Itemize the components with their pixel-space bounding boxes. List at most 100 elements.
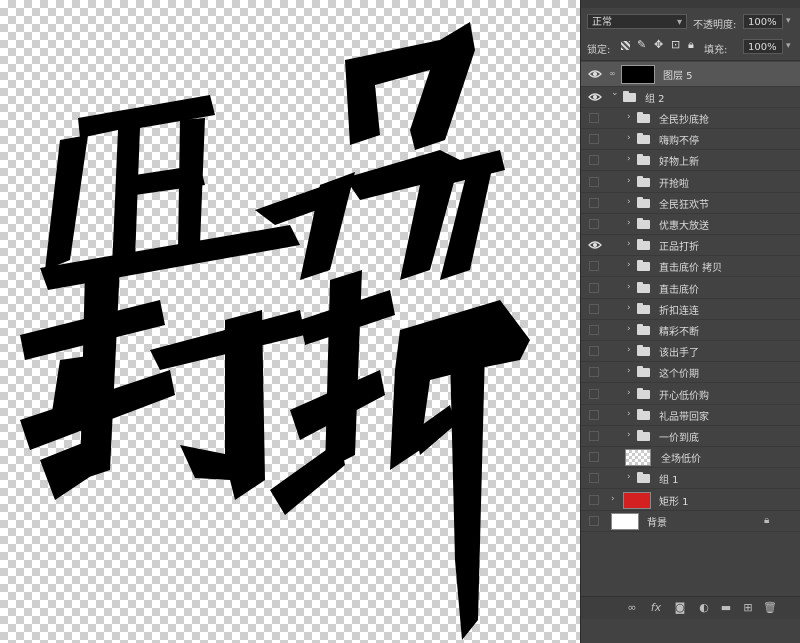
trash-icon[interactable]: 🗑︎	[763, 601, 777, 615]
visibility-toggle[interactable]	[589, 113, 599, 123]
layer-row[interactable]: 🔒︎ 背景	[581, 511, 800, 532]
layer-row[interactable]: › 正品打折	[581, 235, 800, 257]
chevron-right-icon[interactable]: ›	[627, 260, 631, 270]
chevron-right-icon[interactable]: ›	[627, 197, 631, 207]
eye-icon[interactable]	[588, 239, 602, 251]
layer-row[interactable]: › 组 1	[581, 468, 800, 490]
layer-name: 一价到底	[659, 433, 699, 444]
chevron-right-icon[interactable]: ›	[627, 176, 631, 186]
visibility-toggle[interactable]	[589, 409, 599, 420]
folder-icon	[637, 387, 650, 399]
layer-name: 全民狂欢节	[659, 199, 709, 211]
chevron-right-icon[interactable]: ›	[627, 154, 631, 164]
move-icon[interactable]: ✥	[654, 38, 663, 51]
folder-icon	[637, 218, 650, 229]
layer-row[interactable]: › 一价到底	[581, 426, 800, 447]
chevron-right-icon[interactable]: ›	[627, 133, 631, 143]
layer-row[interactable]: › 开心低价购	[581, 384, 800, 405]
lock-label: 锁定:	[587, 45, 611, 56]
layer-row[interactable]: 全场低价	[581, 447, 800, 469]
visibility-toggle[interactable]	[589, 473, 599, 484]
layer-row[interactable]: ∞ 图层 5	[581, 62, 800, 87]
visibility-toggle[interactable]	[589, 303, 599, 314]
mask-icon[interactable]: ◙	[673, 601, 687, 615]
layer-row[interactable]: › 折扣连连	[581, 299, 800, 320]
chevron-right-icon[interactable]: ›	[627, 388, 631, 398]
visibility-toggle[interactable]	[589, 515, 599, 526]
layer-row[interactable]: › 优惠大放送	[581, 214, 800, 235]
layer-row[interactable]: › 直击底价 拷贝	[581, 256, 800, 278]
layer-name: 优惠大放送	[659, 221, 709, 232]
blend-mode-select[interactable]: 正常 ▾	[587, 14, 687, 29]
chevron-right-icon[interactable]: ›	[627, 282, 631, 292]
fill-input[interactable]: 100%	[743, 39, 783, 54]
visibility-toggle[interactable]	[589, 367, 599, 378]
chevron-right-icon[interactable]: ›	[627, 345, 631, 355]
layer-name: 开抢啦	[659, 178, 689, 190]
layer-row[interactable]: › 精彩不断	[581, 320, 800, 341]
fill-label: 填充:	[704, 45, 728, 56]
chevron-down-icon[interactable]: ▾	[786, 16, 791, 26]
layer-row[interactable]: › 直击底价	[581, 278, 800, 299]
layer-row[interactable]: › 好物上新	[581, 150, 800, 172]
visibility-toggle[interactable]	[589, 219, 599, 229]
chevron-down-icon[interactable]: ⌄	[611, 88, 619, 98]
fx-icon[interactable]: fx	[649, 601, 663, 615]
lock-icon[interactable]: 🔒︎	[688, 38, 694, 52]
opacity-label: 不透明度:	[693, 20, 737, 31]
layer-name: 组 1	[659, 475, 679, 487]
visibility-toggle[interactable]	[589, 431, 599, 441]
visibility-toggle[interactable]	[589, 261, 599, 272]
link-icon[interactable]: ∞	[625, 601, 639, 615]
layer-row[interactable]: ⌄ 组 2	[581, 87, 800, 108]
layer-row[interactable]: › 矩形 1	[581, 490, 800, 511]
visibility-toggle[interactable]	[589, 494, 599, 505]
visibility-toggle[interactable]	[589, 346, 599, 357]
artboard-icon[interactable]: ⊡	[671, 38, 680, 51]
chevron-right-icon[interactable]: ›	[627, 324, 631, 334]
visibility-toggle[interactable]	[589, 197, 599, 208]
layer-name: 嗨购不停	[659, 136, 699, 148]
visibility-toggle[interactable]	[589, 176, 599, 187]
lock-icon[interactable]: 🔒︎	[764, 515, 769, 526]
chevron-right-icon[interactable]: ›	[627, 303, 631, 313]
layer-row[interactable]: › 嗨购不停	[581, 129, 800, 151]
layer-row[interactable]: › 开抢啦	[581, 172, 800, 193]
opacity-input[interactable]: 100%	[743, 14, 783, 29]
layers-panel: 正常 ▾ 不透明度: 100% ▾ 锁定: ✎ ✥ ⊡ 🔒︎ 填充: 100% …	[580, 0, 800, 643]
chevron-right-icon[interactable]: ›	[627, 112, 631, 122]
visibility-toggle[interactable]	[589, 155, 599, 166]
chevron-right-icon[interactable]: ›	[627, 218, 631, 228]
brush-icon[interactable]: ✎	[637, 38, 646, 51]
chevron-right-icon[interactable]: ›	[627, 366, 631, 376]
layer-row[interactable]: › 全民抄底抢	[581, 108, 800, 129]
new-layer-icon[interactable]: ⊞	[741, 601, 755, 615]
layer-name: 组 2	[645, 94, 665, 105]
folder-icon	[637, 260, 650, 272]
lock-transparency-icon[interactable]	[621, 41, 630, 50]
layer-row[interactable]: › 全民狂欢节	[581, 193, 800, 214]
chevron-right-icon[interactable]: ›	[627, 430, 631, 440]
new-group-icon[interactable]: ▬	[719, 601, 733, 615]
folder-icon	[637, 302, 650, 314]
eye-icon[interactable]	[588, 91, 602, 103]
adjustment-icon[interactable]: ◐	[697, 601, 711, 615]
layer-thumbnail	[621, 65, 655, 84]
visibility-toggle[interactable]	[589, 282, 599, 293]
smart-object-thumbnail	[625, 449, 651, 467]
visibility-toggle[interactable]	[589, 325, 599, 335]
chevron-down-icon[interactable]: ▾	[786, 41, 791, 51]
folder-icon	[637, 472, 650, 484]
layer-row[interactable]: › 该出手了	[581, 341, 800, 363]
layer-row[interactable]: › 这个价期	[581, 362, 800, 384]
visibility-toggle[interactable]	[589, 388, 599, 399]
document-canvas[interactable]	[0, 0, 580, 643]
eye-icon[interactable]	[588, 68, 602, 80]
chevron-right-icon[interactable]: ›	[611, 494, 615, 504]
visibility-toggle[interactable]	[589, 134, 599, 145]
chevron-right-icon[interactable]: ›	[627, 472, 631, 482]
visibility-toggle[interactable]	[589, 452, 599, 463]
chevron-right-icon[interactable]: ›	[627, 239, 631, 249]
layer-row[interactable]: › 礼品带回家	[581, 405, 800, 426]
chevron-right-icon[interactable]: ›	[627, 409, 631, 419]
